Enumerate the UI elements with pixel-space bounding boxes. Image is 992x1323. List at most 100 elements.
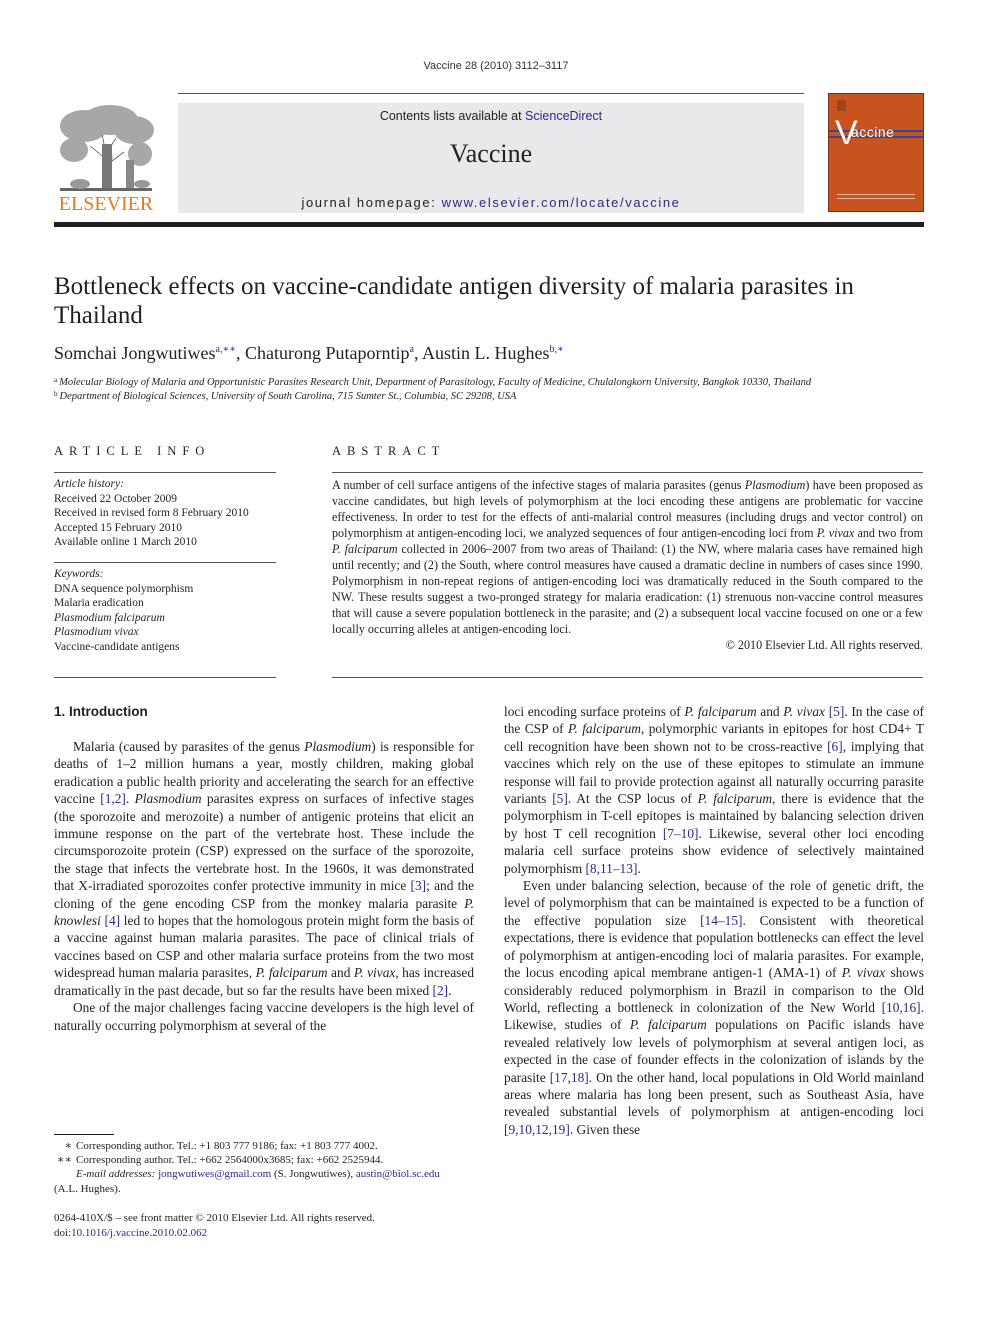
homepage-line: journal homepage: www.elsevier.com/locat… xyxy=(178,195,804,210)
citation-link[interactable]: [17,18] xyxy=(550,1070,589,1085)
author-affiliation-link[interactable]: a,∗∗ xyxy=(216,344,237,355)
journal-masthead: Contents lists available at ScienceDirec… xyxy=(178,103,804,213)
citation-link[interactable]: [5] xyxy=(829,704,845,719)
citation-link[interactable]: [1,2] xyxy=(100,791,126,806)
journal-cover: V accine xyxy=(828,93,924,212)
footnote-rule xyxy=(54,1134,114,1135)
email-line: E-mail addresses: jongwutiwes@gmail.com … xyxy=(54,1167,474,1181)
doi-link[interactable]: 10.1016/j.vaccine.2010.02.062 xyxy=(71,1227,207,1239)
author-list: Somchai Jongwutiwesa,∗∗, Chaturong Putap… xyxy=(54,343,564,364)
author-separator: , xyxy=(236,343,246,363)
italic-term: P. vivax xyxy=(816,526,855,540)
author-name: Somchai Jongwutiwes xyxy=(54,343,216,363)
text-run: . xyxy=(448,982,452,998)
citation-link[interactable]: [10,16] xyxy=(882,1000,921,1015)
affiliation-text: Department of Biological Sciences, Unive… xyxy=(59,391,517,402)
citation-link[interactable]: [6] xyxy=(827,739,843,754)
masthead-rule xyxy=(54,222,924,227)
footnote-mark: ∗∗ xyxy=(57,1154,72,1167)
keyword: Plasmodium vivax xyxy=(54,626,139,638)
paragraph: Malaria (caused by parasites of the genu… xyxy=(54,738,474,999)
italic-term: P. falciparum xyxy=(684,704,757,719)
header-rule xyxy=(178,93,804,94)
citation-link[interactable]: [2] xyxy=(433,983,449,998)
italic-term: P. falciparum xyxy=(255,965,328,981)
keyword: Vaccine-candidate antigens xyxy=(54,640,180,653)
citation-link[interactable]: [8,11–13] xyxy=(585,861,637,876)
issn-line: 0264-410X/$ – see front matter © 2010 El… xyxy=(54,1212,375,1224)
paragraph: One of the major challenges facing vacci… xyxy=(54,999,474,1034)
running-header: Vaccine 28 (2010) 3112–3117 xyxy=(423,60,569,72)
email-owner: (A.L. Hughes). xyxy=(54,1182,121,1195)
text-run: A number of cell surface antigens of the… xyxy=(332,478,745,492)
italic-term: Plasmodium xyxy=(744,478,806,492)
email-link-hughes[interactable]: austin@biol.sc.edu xyxy=(356,1168,440,1180)
divider xyxy=(54,677,276,678)
text-run: One of the major challenges facing vacci… xyxy=(54,1000,474,1033)
cover-fine-print xyxy=(837,198,915,199)
section-heading-introduction: 1. Introduction xyxy=(54,704,148,719)
sciencedirect-link[interactable]: ScienceDirect xyxy=(525,109,602,123)
journal-name: Vaccine xyxy=(449,139,533,168)
citation-link[interactable]: [14–15] xyxy=(700,913,742,928)
doi-line: doi:10.1016/j.vaccine.2010.02.062 xyxy=(54,1226,375,1241)
doi-prefix: doi: xyxy=(54,1227,72,1239)
abstract-copyright: © 2010 Elsevier Ltd. All rights reserved… xyxy=(725,638,923,652)
citation-link[interactable]: [9,10,12,19] xyxy=(504,1122,570,1137)
author-separator: , xyxy=(414,343,423,363)
citation-link[interactable]: [3] xyxy=(411,878,427,893)
author-affiliation-link[interactable]: b,∗ xyxy=(550,344,564,355)
body-column-right: loci encoding surface proteins of P. fal… xyxy=(504,703,924,1138)
author-name: Austin L. Hughes xyxy=(422,343,550,363)
body-column-left: Malaria (caused by parasites of the genu… xyxy=(54,738,474,1034)
divider xyxy=(332,472,923,473)
italic-term: P. falciparum xyxy=(629,1017,707,1033)
divider xyxy=(54,562,276,563)
italic-term: P. falciparum xyxy=(568,721,641,737)
abstract-body: A number of cell surface antigens of the… xyxy=(332,477,923,637)
history-item: Accepted 15 February 2010 xyxy=(54,521,183,534)
citation-link[interactable]: [4] xyxy=(105,913,121,928)
email-link-jongwutiwes[interactable]: jongwutiwes@gmail.com xyxy=(158,1168,271,1180)
text-run: . xyxy=(125,791,135,807)
citation-link[interactable]: [5] xyxy=(552,791,568,806)
italic-term: Plasmodium xyxy=(304,739,372,754)
abstract: A number of cell surface antigens of the… xyxy=(332,477,923,653)
text-run: loci encoding surface proteins of xyxy=(504,704,685,719)
contents-prefix: Contents lists available at xyxy=(379,109,526,123)
footnote-mark: ∗ xyxy=(64,1140,72,1152)
keyword: Malaria eradication xyxy=(54,597,144,609)
affiliation-a: a Molecular Biology of Malaria and Opport… xyxy=(54,376,811,388)
italic-term: P. vivax xyxy=(841,965,886,981)
paragraph: Even under balancing selection, because … xyxy=(504,877,924,1138)
elsevier-tree-icon xyxy=(60,105,154,191)
citation-link[interactable]: [7–10] xyxy=(663,826,699,841)
footnote-item: ∗∗ Corresponding author. Tel.: +662 25640… xyxy=(54,1153,474,1167)
cover-emblem-icon xyxy=(837,100,846,111)
italic-term: P. falciparum xyxy=(332,542,398,556)
keyword: DNA sequence polymorphism xyxy=(54,582,194,595)
keyword-list: DNA sequence polymorphism Malaria eradica… xyxy=(54,582,276,655)
affiliation-b: b Department of Biological Sciences, Univ… xyxy=(54,390,516,402)
article-info-heading: ARTICLE INFO xyxy=(54,444,211,458)
divider xyxy=(332,677,923,678)
text-run: collected in 2006–2007 from two areas of… xyxy=(332,542,923,636)
text-run: Malaria (caused by parasites of the genu… xyxy=(73,739,305,754)
front-matter: 0264-410X/$ – see front matter © 2010 El… xyxy=(54,1211,375,1241)
footnote-item: ∗ Corresponding author. Tel.: +1 803 777 … xyxy=(54,1139,474,1153)
homepage-prefix: journal homepage: xyxy=(301,195,442,210)
footnote-text: Corresponding author. Tel.: +1 803 777 9… xyxy=(76,1140,378,1152)
text-run: and xyxy=(327,965,354,981)
divider xyxy=(54,472,276,473)
journal-homepage-link[interactable]: www.elsevier.com/locate/vaccine xyxy=(442,195,681,210)
cover-title: accine xyxy=(851,124,895,140)
history-item: Received in revised form 8 February 2010 xyxy=(54,507,249,519)
abstract-heading: ABSTRACT xyxy=(332,444,446,458)
keywords: Keywords: DNA sequence polymorphism Malar… xyxy=(54,567,276,654)
keyword: Plasmodium falciparum xyxy=(54,611,165,624)
text-run: and xyxy=(756,704,784,719)
italic-term: P. vivax xyxy=(783,704,826,719)
paragraph: loci encoding surface proteins of P. fal… xyxy=(504,703,924,877)
email-owner: (S. Jongwutiwes), xyxy=(271,1168,356,1181)
article-history: Article history: Received 22 October 200… xyxy=(54,477,276,550)
